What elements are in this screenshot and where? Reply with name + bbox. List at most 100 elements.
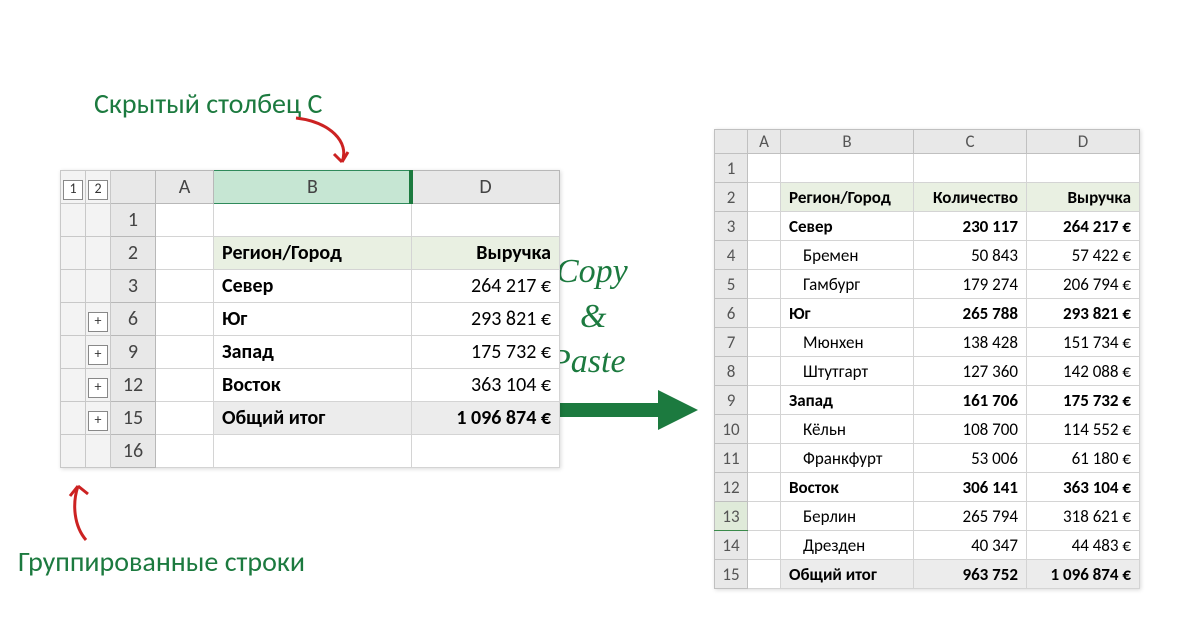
cell[interactable] bbox=[748, 183, 781, 212]
cell[interactable]: 293 821 € bbox=[1027, 299, 1140, 328]
cell[interactable]: Запад bbox=[214, 336, 412, 369]
cell[interactable] bbox=[748, 154, 781, 183]
row-header[interactable]: 14 bbox=[715, 531, 748, 560]
cell[interactable]: 114 552 € bbox=[1027, 415, 1140, 444]
cell[interactable] bbox=[781, 154, 914, 183]
header-revenue[interactable]: Выручка bbox=[412, 237, 560, 270]
cell[interactable] bbox=[748, 212, 781, 241]
total-value[interactable]: 1 096 874 € bbox=[412, 402, 560, 435]
cell[interactable] bbox=[748, 241, 781, 270]
cell[interactable]: Количество bbox=[914, 183, 1027, 212]
col-header-B-selected[interactable]: B bbox=[214, 171, 412, 204]
cell[interactable]: 53 006 bbox=[914, 444, 1027, 473]
cell[interactable] bbox=[748, 386, 781, 415]
cell[interactable]: 363 104 € bbox=[1027, 473, 1140, 502]
row-header[interactable]: 1 bbox=[715, 154, 748, 183]
cell[interactable]: Восток bbox=[214, 369, 412, 402]
cell[interactable]: Штутгарт bbox=[781, 357, 914, 386]
cell[interactable]: 50 843 bbox=[914, 241, 1027, 270]
cell[interactable]: 161 706 bbox=[914, 386, 1027, 415]
row-header[interactable]: 2 bbox=[111, 237, 156, 270]
cell[interactable]: 138 428 bbox=[914, 328, 1027, 357]
cell[interactable]: 127 360 bbox=[914, 357, 1027, 386]
cell[interactable]: 142 088 € bbox=[1027, 357, 1140, 386]
cell[interactable]: Франкфурт bbox=[781, 444, 914, 473]
cell[interactable]: 57 422 € bbox=[1027, 241, 1140, 270]
select-all-corner[interactable] bbox=[715, 130, 748, 154]
row-header[interactable]: 10 bbox=[715, 415, 748, 444]
cell[interactable]: 265 794 bbox=[914, 502, 1027, 531]
cell[interactable]: Гамбург bbox=[781, 270, 914, 299]
row-header[interactable]: 6 bbox=[715, 299, 748, 328]
expand-button[interactable]: + bbox=[86, 369, 111, 402]
col-header[interactable]: D bbox=[1027, 130, 1140, 154]
expand-button[interactable]: + bbox=[86, 402, 111, 435]
cell[interactable]: 206 794 € bbox=[1027, 270, 1140, 299]
cell[interactable]: 175 732 € bbox=[1027, 386, 1140, 415]
cell[interactable]: Север bbox=[781, 212, 914, 241]
cell[interactable]: Юг bbox=[781, 299, 914, 328]
cell[interactable]: 175 732 € bbox=[412, 336, 560, 369]
cell[interactable] bbox=[748, 299, 781, 328]
cell[interactable] bbox=[914, 154, 1027, 183]
row-header[interactable]: 13 bbox=[715, 502, 748, 531]
cell[interactable]: 1 096 874 € bbox=[1027, 560, 1140, 589]
col-header-A[interactable]: A bbox=[156, 171, 214, 204]
col-header-D[interactable]: D bbox=[412, 171, 560, 204]
cell[interactable]: 179 274 bbox=[914, 270, 1027, 299]
cell[interactable]: 151 734 € bbox=[1027, 328, 1140, 357]
row-header[interactable]: 12 bbox=[715, 473, 748, 502]
left-grid[interactable]: 1 2 A B D 1 2 Регион/Город Выручка 3 Сев… bbox=[60, 170, 560, 468]
cell[interactable] bbox=[748, 444, 781, 473]
right-grid[interactable]: A B C D 12 Регион/ГородКоличествоВыручка 3… bbox=[714, 129, 1140, 589]
cell[interactable]: Берлин bbox=[781, 502, 914, 531]
select-all-corner[interactable] bbox=[111, 171, 156, 204]
cell[interactable]: Север bbox=[214, 270, 412, 303]
cell[interactable] bbox=[748, 415, 781, 444]
row-header[interactable]: 15 bbox=[715, 560, 748, 589]
cell[interactable]: Кёльн bbox=[781, 415, 914, 444]
cell[interactable]: Мюнхен bbox=[781, 328, 914, 357]
cell[interactable] bbox=[748, 531, 781, 560]
cell[interactable]: 40 347 bbox=[914, 531, 1027, 560]
cell[interactable]: 264 217 € bbox=[1027, 212, 1140, 241]
row-header[interactable]: 6 bbox=[111, 303, 156, 336]
cell[interactable] bbox=[748, 502, 781, 531]
cell[interactable]: 318 621 € bbox=[1027, 502, 1140, 531]
cell[interactable]: Бремен bbox=[781, 241, 914, 270]
cell[interactable]: Восток bbox=[781, 473, 914, 502]
outline-level-1[interactable]: 1 bbox=[61, 171, 86, 204]
cell[interactable]: Запад bbox=[781, 386, 914, 415]
cell[interactable] bbox=[748, 560, 781, 589]
row-header[interactable]: 12 bbox=[111, 369, 156, 402]
cell[interactable]: 264 217 € bbox=[412, 270, 560, 303]
cell[interactable]: Общий итог bbox=[781, 560, 914, 589]
cell[interactable]: Юг bbox=[214, 303, 412, 336]
outline-level-2[interactable]: 2 bbox=[86, 171, 111, 204]
row-header[interactable]: 8 bbox=[715, 357, 748, 386]
cell[interactable] bbox=[748, 270, 781, 299]
cell[interactable] bbox=[1027, 154, 1140, 183]
col-header[interactable]: C bbox=[914, 130, 1027, 154]
cell[interactable]: 306 141 bbox=[914, 473, 1027, 502]
col-header[interactable]: B bbox=[781, 130, 914, 154]
cell[interactable]: 108 700 bbox=[914, 415, 1027, 444]
cell[interactable] bbox=[748, 357, 781, 386]
row-header[interactable]: 4 bbox=[715, 241, 748, 270]
expand-button[interactable]: + bbox=[86, 336, 111, 369]
row-header[interactable]: 1 bbox=[111, 204, 156, 237]
cell[interactable]: 230 117 bbox=[914, 212, 1027, 241]
row-header[interactable]: 15 bbox=[111, 402, 156, 435]
cell[interactable]: Выручка bbox=[1027, 183, 1140, 212]
cell[interactable] bbox=[748, 473, 781, 502]
cell[interactable]: Регион/Город bbox=[781, 183, 914, 212]
row-header[interactable]: 7 bbox=[715, 328, 748, 357]
cell[interactable]: Дрезден bbox=[781, 531, 914, 560]
cell[interactable]: 44 483 € bbox=[1027, 531, 1140, 560]
cell[interactable]: 61 180 € bbox=[1027, 444, 1140, 473]
total-label[interactable]: Общий итог bbox=[214, 402, 412, 435]
cell[interactable]: 363 104 € bbox=[412, 369, 560, 402]
col-header[interactable]: A bbox=[748, 130, 781, 154]
row-header[interactable]: 3 bbox=[111, 270, 156, 303]
row-header[interactable]: 5 bbox=[715, 270, 748, 299]
